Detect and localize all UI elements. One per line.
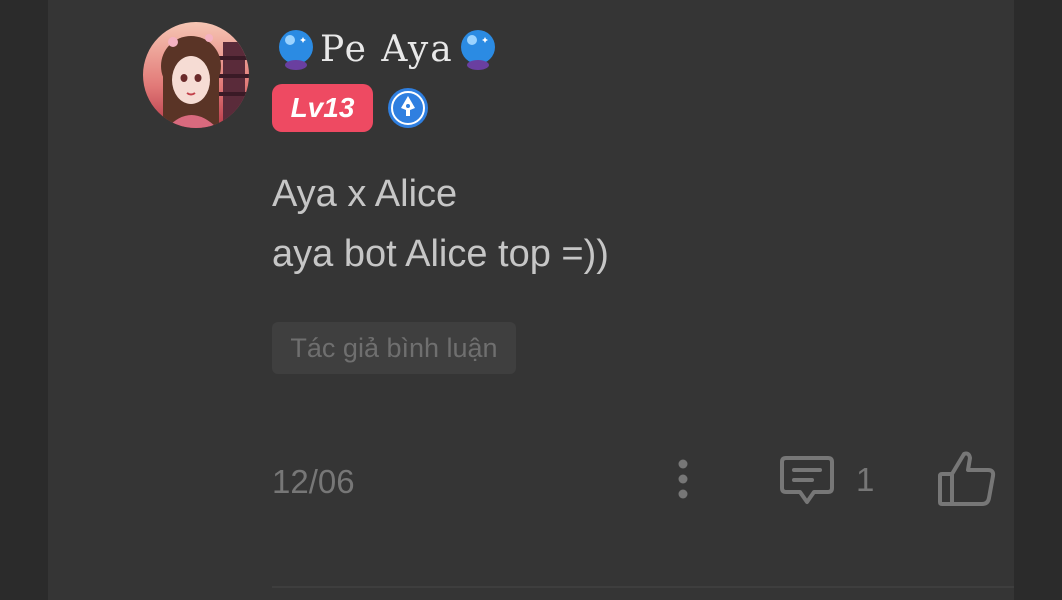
author-pen-icon — [388, 88, 428, 128]
reply-count: 1 — [856, 461, 875, 498]
comment-line: Aya x Alice — [272, 173, 458, 215]
comment-date: 12/06 — [272, 463, 355, 500]
crystal-ball-icon — [279, 30, 313, 70]
comment-text: Aya x Alice aya bot Alice top =)) — [272, 164, 609, 284]
like-thumb-icon[interactable] — [936, 448, 1000, 510]
reply-button[interactable]: 1 — [778, 450, 874, 510]
avatar[interactable] — [143, 22, 249, 128]
more-vertical-icon[interactable] — [668, 456, 698, 502]
author-tag: Tác giả bình luận — [272, 322, 516, 374]
crystal-ball-icon — [460, 30, 495, 70]
comment-line: aya bot Alice top =)) — [272, 233, 609, 275]
comment-card: Pe Aya Lv13 Aya x Alice aya bot Alice to… — [48, 0, 1014, 600]
author-name: Pe Aya — [320, 29, 454, 70]
reply-comment-icon — [780, 456, 834, 504]
level-badge: Lv13 — [272, 84, 373, 132]
author-name-row[interactable]: Pe Aya — [276, 26, 498, 74]
divider — [272, 586, 1014, 588]
